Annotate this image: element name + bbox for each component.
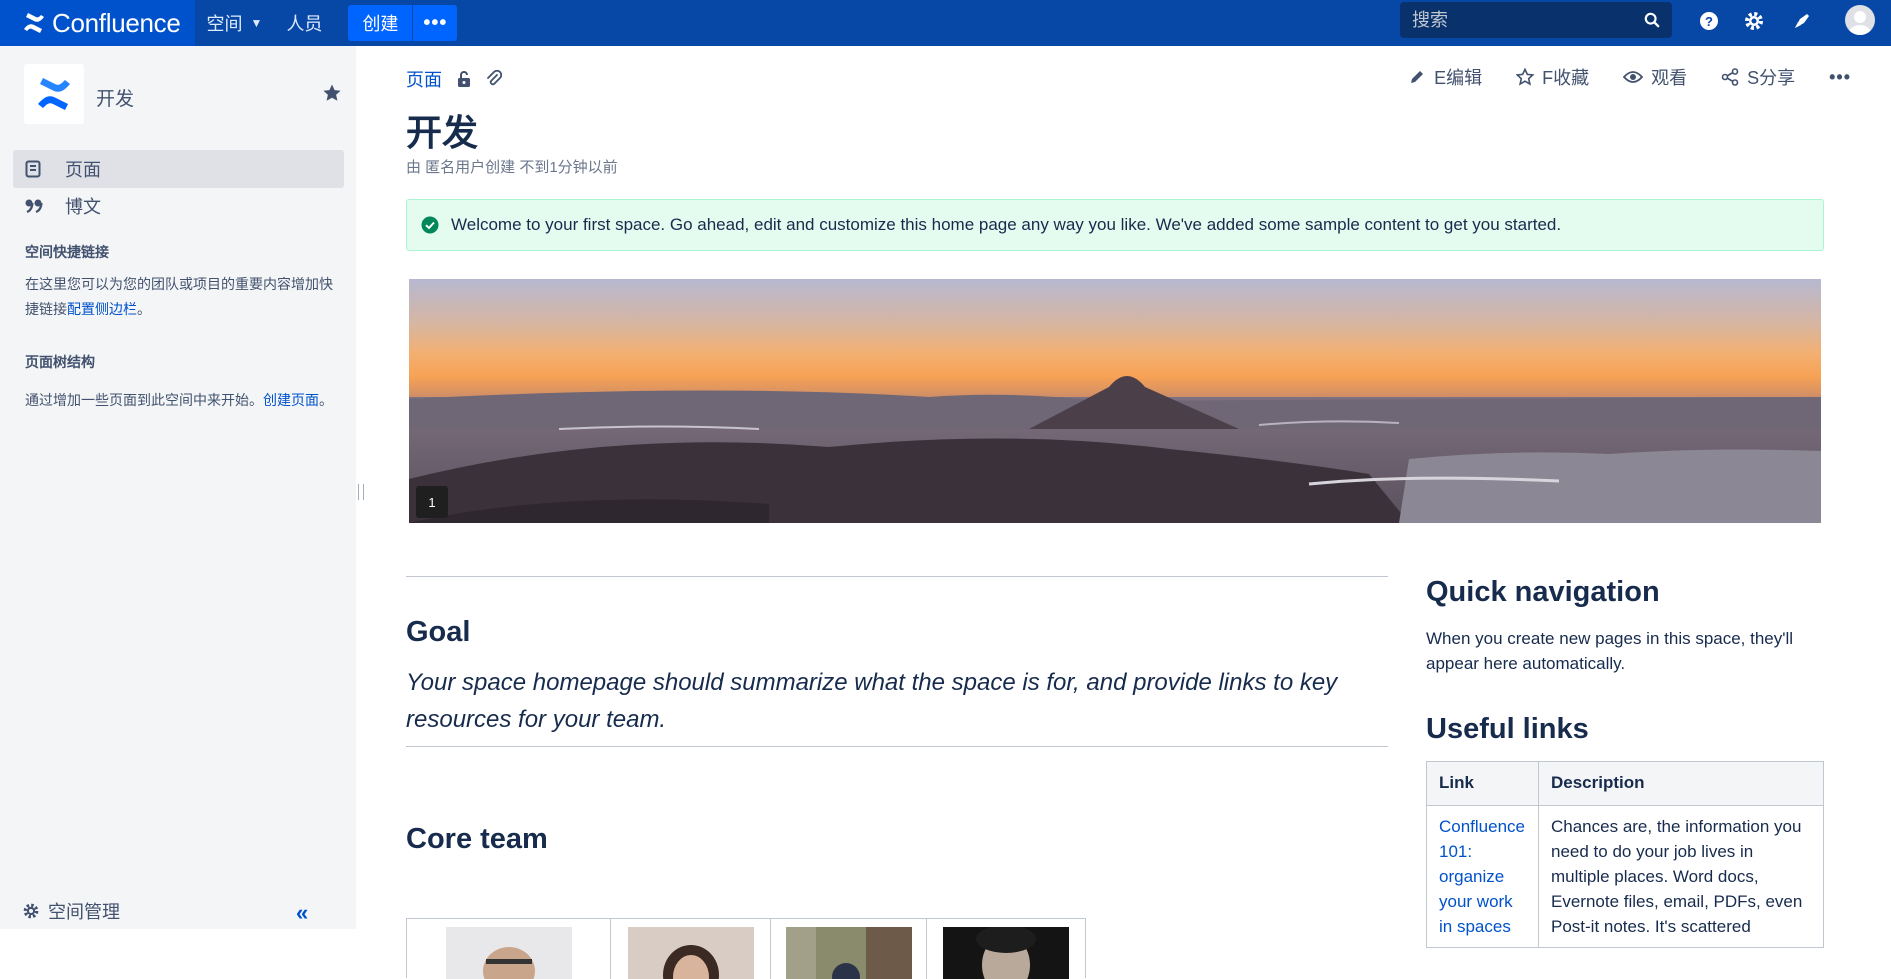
team-member-photo[interactable] [627, 927, 754, 979]
quote-icon [25, 198, 45, 214]
app-name: Confluence [52, 7, 181, 38]
goal-divider [406, 746, 1388, 747]
create-page-link[interactable]: 创建页面 [263, 392, 319, 408]
confluence-logo-icon [24, 13, 44, 33]
page-tree-end: 。 [319, 392, 333, 408]
top-navigation-bar: Confluence 空间 ▼ 人员 创建 ••• ? [0, 0, 1891, 46]
section-divider [406, 576, 1388, 577]
collapse-sidebar-button[interactable]: « [296, 900, 308, 926]
more-actions-button[interactable]: ••• [1829, 67, 1851, 88]
welcome-banner: Welcome to your first space. Go ahead, e… [406, 199, 1824, 251]
search-icon[interactable] [1644, 11, 1660, 29]
team-member-cell [771, 919, 927, 979]
confluence-logo[interactable]: Confluence [0, 0, 195, 46]
page-actions: E编辑 F收藏 观看 S分享 ••• [1408, 64, 1891, 90]
nav-people-label: 人员 [286, 14, 323, 34]
search-input[interactable] [1412, 9, 1644, 31]
comment-count: 1 [428, 494, 436, 510]
useful-links-table: Link Description Confluence 101: organiz… [1426, 761, 1824, 948]
shortcuts-heading: 空间快捷链接 [25, 244, 109, 260]
settings-icon[interactable] [1741, 8, 1767, 34]
goal-text: Your space homepage should summarize wha… [406, 669, 1338, 733]
core-team-heading: Core team [406, 823, 548, 855]
configure-sidebar-link[interactable]: 配置侧边栏 [67, 301, 137, 317]
nav-spaces-menu[interactable]: 空间 ▼ [195, 0, 275, 46]
space-logo-icon [38, 78, 70, 110]
watch-button[interactable]: 观看 [1623, 64, 1687, 90]
page-byline: 由 匿名用户创建 不到1分钟以前 [406, 159, 618, 176]
core-team-table [406, 918, 1086, 979]
sidebar-item-blog[interactable]: 博文 [13, 187, 344, 225]
check-circle-icon [421, 216, 439, 234]
breadcrumb: 页面 [406, 66, 502, 92]
page-title: 开发 [406, 112, 479, 153]
page-tree-text: 通过增加一些页面到此空间中来开始。 [25, 392, 263, 408]
user-avatar[interactable] [1845, 5, 1875, 35]
goal-heading: Goal [406, 616, 471, 648]
gear-icon [23, 903, 39, 919]
sidebar-item-label: 博文 [65, 197, 101, 217]
table-header-row: Link Description [1426, 761, 1824, 806]
mountain-landscape-image [409, 376, 1821, 523]
sidebar-item-label: 页面 [65, 160, 101, 180]
useful-links-heading: Useful links [1426, 713, 1589, 745]
header-image [409, 279, 1821, 523]
page-icon [25, 160, 45, 178]
favorite-label: F收藏 [1542, 68, 1590, 88]
space-tools-label: 空间管理 [48, 902, 120, 922]
team-member-photo[interactable] [785, 927, 912, 979]
star-outline-icon [1516, 68, 1535, 86]
space-logo[interactable] [24, 64, 84, 124]
inline-comment-badge[interactable]: 1 [416, 486, 448, 518]
page-tree-heading: 页面树结构 [25, 354, 95, 370]
team-member-cell [927, 919, 1085, 979]
nav-people[interactable]: 人员 [274, 0, 334, 46]
team-member-cell [407, 919, 611, 979]
link-cell: Confluence 101: organize your work in sp… [1426, 805, 1539, 948]
nav-spaces-label: 空间 [206, 14, 243, 34]
share-icon [1721, 68, 1739, 86]
quick-navigation-text: When you create new pages in this space,… [1426, 629, 1794, 673]
share-button[interactable]: S分享 [1721, 64, 1795, 90]
star-icon[interactable] [322, 83, 342, 103]
unlock-icon[interactable] [456, 70, 472, 88]
share-label: S分享 [1747, 68, 1796, 88]
shortcuts-description: 在这里您可以为您的团队或项目的重要内容增加快捷链接配置侧边栏。 [25, 272, 335, 322]
svg-text:?: ? [1705, 14, 1713, 29]
favorite-button[interactable]: F收藏 [1516, 64, 1589, 90]
quick-navigation-heading: Quick navigation [1426, 576, 1660, 608]
team-member-cell [611, 919, 771, 979]
team-member-photo[interactable] [943, 927, 1069, 979]
pencil-icon [1411, 71, 1424, 83]
chevron-down-icon: ▼ [250, 16, 263, 30]
search-box [1400, 2, 1672, 38]
table-row: Confluence 101: organize your work in sp… [1426, 805, 1824, 948]
edit-button[interactable]: E编辑 [1408, 64, 1482, 90]
column-header-link: Link [1426, 761, 1539, 806]
description-cell: Chances are, the information you need to… [1538, 805, 1824, 948]
team-member-photo[interactable] [445, 927, 572, 979]
column-header-description: Description [1538, 761, 1824, 806]
space-name[interactable]: 开发 [96, 84, 134, 111]
attachment-icon[interactable] [486, 70, 502, 88]
space-tools-button[interactable]: 空间管理 [22, 898, 120, 924]
page-content: 页面 E编辑 F收藏 观看 S分享 ••• 开发 由 匿名用户创建 不到1分钟以… [356, 46, 1891, 979]
create-button[interactable]: 创建 [348, 5, 414, 41]
create-more-button[interactable]: ••• [413, 5, 458, 41]
welcome-banner-text: Welcome to your first space. Go ahead, e… [451, 215, 1562, 234]
breadcrumb-pages-link[interactable]: 页面 [406, 66, 442, 92]
page-tree-description: 通过增加一些页面到此空间中来开始。创建页面。 [25, 388, 335, 413]
space-sidebar: 开发 页面 博文 空间快捷链接 在这里您可以为您的团队或项目的重要内容增加快捷链… [0, 46, 356, 929]
help-icon[interactable]: ? [1696, 8, 1722, 34]
watch-label: 观看 [1651, 68, 1688, 88]
notifications-icon[interactable] [1789, 8, 1815, 34]
shortcuts-end: 。 [137, 301, 151, 317]
confluence-101-link[interactable]: Confluence 101: organize your work in sp… [1439, 817, 1525, 936]
eye-icon [1623, 71, 1644, 83]
edit-label: E编辑 [1434, 68, 1483, 88]
sidebar-item-pages[interactable]: 页面 [13, 150, 344, 188]
